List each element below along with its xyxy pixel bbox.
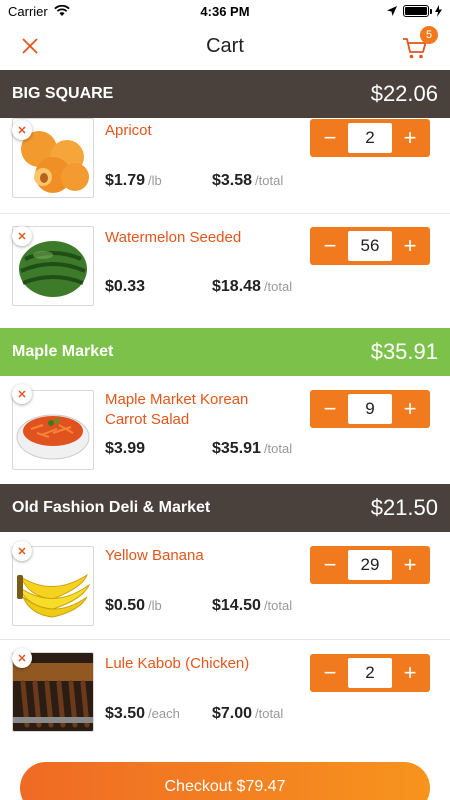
- close-icon: [18, 547, 26, 555]
- cart-count-badge: 5: [420, 26, 438, 44]
- quantity-stepper: − 2 +: [310, 654, 430, 692]
- close-icon: [18, 232, 26, 240]
- increase-quantity-button[interactable]: +: [396, 123, 424, 153]
- total-unit: /total: [263, 441, 293, 456]
- price-value: $0.50: [105, 597, 146, 614]
- increase-quantity-button[interactable]: +: [396, 231, 424, 261]
- decrease-quantity-button[interactable]: −: [316, 658, 344, 688]
- remove-item-button[interactable]: [12, 226, 32, 246]
- decrease-quantity-button[interactable]: −: [316, 394, 344, 424]
- cart-button[interactable]: 5: [402, 26, 438, 60]
- close-icon: [18, 654, 26, 662]
- location-arrow-icon: [387, 6, 397, 16]
- price-unit: /each: [148, 706, 180, 721]
- remove-item-button[interactable]: [12, 384, 32, 404]
- cart-item-yellow-banana: Yellow Banana $0.50/lb $14.50/total − 29…: [0, 532, 450, 640]
- total-unit: /total: [255, 706, 284, 721]
- item-price: $3.50/each: [105, 705, 180, 723]
- total-unit: /total: [263, 598, 293, 613]
- remove-item-button[interactable]: [12, 541, 32, 561]
- price-value: $1.79: [105, 172, 146, 189]
- decrease-quantity-button[interactable]: −: [316, 231, 344, 261]
- cart-item-lule-kabob: Lule Kabob (Chicken) $3.50/each $7.00/to…: [0, 640, 450, 754]
- remove-item-button[interactable]: [12, 648, 32, 668]
- wifi-icon: [54, 5, 70, 16]
- item-name[interactable]: Yellow Banana: [105, 546, 300, 566]
- quantity-field[interactable]: 2: [348, 658, 392, 688]
- item-total: $18.48/total: [212, 278, 292, 296]
- store-total: $35.91: [370, 339, 438, 364]
- item-price: $0.50/lb: [105, 597, 162, 615]
- store-header-old-fashion-deli: Old Fashion Deli & Market $21.50: [0, 484, 450, 532]
- price-value: $3.50: [105, 705, 146, 722]
- item-price: $0.33: [105, 278, 148, 296]
- quantity-stepper: − 9 +: [310, 390, 430, 428]
- price-value: $0.33: [105, 278, 146, 295]
- total-value: $7.00: [212, 705, 253, 722]
- increase-quantity-button[interactable]: +: [396, 658, 424, 688]
- battery-icon: [403, 5, 432, 17]
- item-name[interactable]: Maple Market Korean Carrot Salad: [105, 390, 275, 430]
- quantity-field[interactable]: 29: [348, 550, 392, 580]
- item-total: $35.91/total: [212, 440, 292, 458]
- charging-bolt-icon: [435, 5, 442, 17]
- total-value: $3.58: [212, 172, 253, 189]
- item-name[interactable]: Apricot: [105, 121, 300, 141]
- checkout-button[interactable]: Checkout $79.47: [20, 762, 430, 800]
- store-total: $21.50: [370, 495, 438, 520]
- decrease-quantity-button[interactable]: −: [316, 123, 344, 153]
- store-header-big-square: BIG SQUARE $22.06: [0, 70, 450, 118]
- price-unit: /lb: [148, 598, 162, 613]
- store-name: Maple Market: [12, 343, 114, 360]
- close-icon: [18, 390, 26, 398]
- decrease-quantity-button[interactable]: −: [316, 550, 344, 580]
- item-total: $7.00/total: [212, 705, 283, 723]
- store-header-maple-market: Maple Market $35.91: [0, 328, 450, 376]
- item-total: $3.58/total: [212, 172, 283, 190]
- store-name: Old Fashion Deli & Market: [12, 499, 211, 516]
- close-button[interactable]: [16, 32, 44, 60]
- remove-item-button[interactable]: [12, 120, 32, 140]
- cart-item-watermelon: Watermelon Seeded $0.33 $18.48/total − 5…: [0, 214, 450, 328]
- quantity-stepper: − 29 +: [310, 546, 430, 584]
- quantity-field[interactable]: 2: [348, 123, 392, 153]
- cart-item-korean-carrot-salad: Maple Market Korean Carrot Salad $3.99 $…: [0, 376, 450, 484]
- item-name[interactable]: Lule Kabob (Chicken): [105, 654, 300, 674]
- close-icon: [22, 38, 38, 54]
- cart-item-apricot: Apricot $1.79/lb $3.58/total − 2 +: [0, 118, 450, 214]
- store-total: $22.06: [370, 81, 438, 106]
- carrier-label: Carrier: [8, 3, 48, 19]
- item-price: $1.79/lb: [105, 172, 162, 190]
- close-icon: [18, 126, 26, 134]
- status-bar: Carrier 4:36 PM: [0, 0, 450, 22]
- quantity-field[interactable]: 56: [348, 231, 392, 261]
- item-price: $3.99: [105, 440, 148, 458]
- item-total: $14.50/total: [212, 597, 292, 615]
- total-value: $14.50: [212, 597, 261, 614]
- total-value: $18.48: [212, 278, 261, 295]
- quantity-stepper: − 2 +: [310, 119, 430, 157]
- checkout-bar: Checkout $79.47: [0, 748, 450, 800]
- price-value: $3.99: [105, 440, 146, 457]
- quantity-stepper: − 56 +: [310, 227, 430, 265]
- item-name[interactable]: Watermelon Seeded: [105, 228, 300, 248]
- total-unit: /total: [255, 173, 284, 188]
- nav-bar: Cart 5: [0, 22, 450, 70]
- increase-quantity-button[interactable]: +: [396, 550, 424, 580]
- total-value: $35.91: [212, 440, 261, 457]
- page-title: Cart: [206, 34, 244, 57]
- quantity-field[interactable]: 9: [348, 394, 392, 424]
- total-unit: /total: [263, 279, 293, 294]
- increase-quantity-button[interactable]: +: [396, 394, 424, 424]
- store-name: BIG SQUARE: [12, 85, 114, 102]
- price-unit: /lb: [148, 173, 162, 188]
